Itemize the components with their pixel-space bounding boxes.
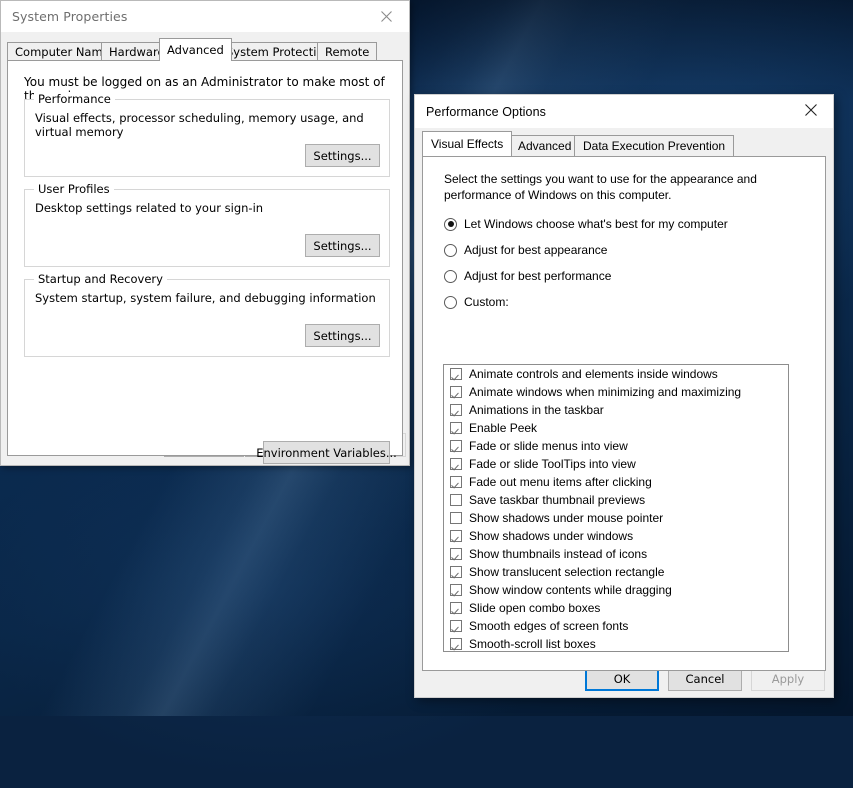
visual-effect-label: Slide open combo boxes (469, 601, 600, 615)
radio-unselected-icon (444, 270, 457, 283)
checkbox-checked-icon[interactable] (450, 458, 462, 470)
performance-settings-button[interactable]: Settings... (305, 144, 380, 167)
system-properties-tabstrip: Computer Name Hardware Advanced System P… (7, 39, 403, 61)
visual-effect-label: Animate controls and elements inside win… (469, 367, 718, 381)
radio-adjust-best-appearance[interactable]: Adjust for best appearance (444, 243, 607, 257)
visual-effect-label: Fade out menu items after clicking (469, 475, 652, 489)
visual-effect-item[interactable]: Show window contents while dragging (444, 581, 788, 599)
radio-custom[interactable]: Custom: (444, 295, 509, 309)
radio-selected-icon (444, 218, 457, 231)
visual-effects-tab-panel: Select the settings you want to use for … (422, 156, 826, 671)
radio-adjust-best-performance[interactable]: Adjust for best performance (444, 269, 611, 283)
radio-label: Adjust for best performance (464, 269, 611, 283)
performance-options-dialog: Performance Options Visual Effects Advan… (414, 94, 834, 698)
visual-effect-item[interactable]: Animate windows when minimizing and maxi… (444, 383, 788, 401)
checkbox-checked-icon[interactable] (450, 602, 462, 614)
performance-options-titlebar: Performance Options (415, 95, 833, 128)
close-icon[interactable] (788, 95, 833, 125)
performance-group: Performance Visual effects, processor sc… (24, 99, 390, 177)
checkbox-unchecked-icon[interactable] (450, 512, 462, 524)
visual-effect-label: Animate windows when minimizing and maxi… (469, 385, 741, 399)
visual-effect-item[interactable]: Fade out menu items after clicking (444, 473, 788, 491)
visual-effect-item[interactable]: Smooth-scroll list boxes (444, 635, 788, 652)
environment-variables-button[interactable]: Environment Variables... (263, 441, 390, 464)
radio-let-windows-choose[interactable]: Let Windows choose what's best for my co… (444, 217, 728, 231)
tab-advanced[interactable]: Advanced (509, 135, 580, 156)
checkbox-checked-icon[interactable] (450, 440, 462, 452)
visual-effect-label: Smooth edges of screen fonts (469, 619, 628, 633)
performance-options-title: Performance Options (415, 105, 546, 119)
visual-effect-label: Show shadows under windows (469, 529, 633, 543)
user-profiles-settings-button[interactable]: Settings... (305, 234, 380, 257)
visual-effect-label: Show thumbnails instead of icons (469, 547, 647, 561)
system-properties-title: System Properties (1, 9, 127, 24)
visual-effect-item[interactable]: Fade or slide ToolTips into view (444, 455, 788, 473)
visual-effect-label: Fade or slide ToolTips into view (469, 457, 636, 471)
user-profiles-group-label: User Profiles (34, 182, 114, 196)
performance-group-label: Performance (34, 92, 115, 106)
startup-recovery-group-label: Startup and Recovery (34, 272, 167, 286)
visual-effect-label: Enable Peek (469, 421, 537, 435)
checkbox-checked-icon[interactable] (450, 548, 462, 560)
visual-effect-item[interactable]: Fade or slide menus into view (444, 437, 788, 455)
checkbox-checked-icon[interactable] (450, 476, 462, 488)
tab-data-execution-prevention[interactable]: Data Execution Prevention (574, 135, 734, 156)
visual-effect-item[interactable]: Enable Peek (444, 419, 788, 437)
performance-options-tabstrip: Visual Effects Advanced Data Execution P… (422, 132, 826, 156)
checkbox-checked-icon[interactable] (450, 386, 462, 398)
visual-effect-item[interactable]: Slide open combo boxes (444, 599, 788, 617)
visual-effect-item[interactable]: Animate controls and elements inside win… (444, 365, 788, 383)
user-profiles-group: User Profiles Desktop settings related t… (24, 189, 390, 267)
system-properties-titlebar: System Properties (1, 1, 409, 32)
radio-label: Adjust for best appearance (464, 243, 607, 257)
checkbox-checked-icon[interactable] (450, 530, 462, 542)
visual-effects-description: Select the settings you want to use for … (444, 171, 774, 203)
visual-effect-label: Save taskbar thumbnail previews (469, 493, 645, 507)
checkbox-unchecked-icon[interactable] (450, 494, 462, 506)
visual-effect-item[interactable]: Smooth edges of screen fonts (444, 617, 788, 635)
visual-effects-list[interactable]: Animate controls and elements inside win… (443, 364, 789, 652)
startup-recovery-group-description: System startup, system failure, and debu… (35, 291, 376, 305)
visual-effect-label: Show window contents while dragging (469, 583, 672, 597)
advanced-tab-panel: You must be logged on as an Administrato… (7, 60, 403, 456)
close-icon[interactable] (364, 1, 409, 31)
checkbox-checked-icon[interactable] (450, 566, 462, 578)
checkbox-checked-icon[interactable] (450, 638, 462, 650)
performance-options-body: Visual Effects Advanced Data Execution P… (415, 128, 833, 697)
checkbox-checked-icon[interactable] (450, 368, 462, 380)
visual-effect-label: Smooth-scroll list boxes (469, 637, 596, 651)
visual-effect-item[interactable]: Animations in the taskbar (444, 401, 788, 419)
visual-effect-item[interactable]: Save taskbar thumbnail previews (444, 491, 788, 509)
radio-unselected-icon (444, 244, 457, 257)
visual-effect-label: Fade or slide menus into view (469, 439, 628, 453)
tab-visual-effects[interactable]: Visual Effects (422, 131, 512, 156)
visual-effect-label: Show translucent selection rectangle (469, 565, 664, 579)
visual-effect-item[interactable]: Show shadows under windows (444, 527, 788, 545)
startup-recovery-group: Startup and Recovery System startup, sys… (24, 279, 390, 357)
system-properties-body: Computer Name Hardware Advanced System P… (1, 32, 409, 465)
visual-effect-item[interactable]: Show thumbnails instead of icons (444, 545, 788, 563)
radio-unselected-icon (444, 296, 457, 309)
visual-effect-item[interactable]: Show translucent selection rectangle (444, 563, 788, 581)
performance-group-description: Visual effects, processor scheduling, me… (35, 111, 389, 139)
radio-label: Let Windows choose what's best for my co… (464, 217, 728, 231)
tab-remote[interactable]: Remote (317, 42, 377, 61)
tab-advanced[interactable]: Advanced (159, 38, 232, 61)
checkbox-checked-icon[interactable] (450, 620, 462, 632)
startup-recovery-settings-button[interactable]: Settings... (305, 324, 380, 347)
visual-effect-label: Animations in the taskbar (469, 403, 604, 417)
system-properties-window: System Properties Computer Name Hardware… (0, 0, 410, 466)
user-profiles-group-description: Desktop settings related to your sign-in (35, 201, 263, 215)
checkbox-checked-icon[interactable] (450, 404, 462, 416)
visual-effect-label: Show shadows under mouse pointer (469, 511, 663, 525)
visual-effect-item[interactable]: Show shadows under mouse pointer (444, 509, 788, 527)
checkbox-checked-icon[interactable] (450, 422, 462, 434)
radio-label: Custom: (464, 295, 509, 309)
checkbox-checked-icon[interactable] (450, 584, 462, 596)
